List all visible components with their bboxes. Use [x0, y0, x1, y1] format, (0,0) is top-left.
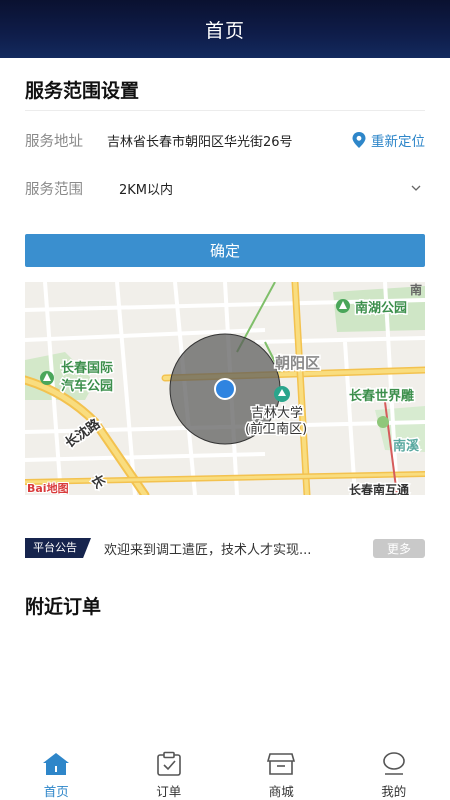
map-label-jilin-univ: 吉林大学 — [251, 405, 303, 421]
address-label: 服务地址 — [25, 133, 83, 150]
home-icon — [42, 751, 70, 777]
map-label-top-right: 南 — [410, 282, 422, 297]
address-value: 吉林省长春市朝阳区华光街26号 — [107, 134, 293, 150]
chevron-down-icon[interactable] — [407, 185, 425, 191]
park-poi-icon — [377, 416, 389, 428]
range-select-value[interactable]: 2KM以内 — [107, 179, 407, 198]
divider — [25, 110, 425, 111]
map-canvas[interactable]: 南湖公园 南 长春国际 汽车公园 朝阳区 吉林大学 (前卫南区) 长春世界雕 南… — [25, 282, 425, 495]
service-range-title: 服务范围设置 — [25, 80, 140, 102]
map-label-chaoyang: 朝阳区 — [275, 354, 320, 372]
park-poi-icon — [336, 299, 350, 313]
more-button[interactable]: 更多 — [373, 538, 425, 558]
tab-home[interactable]: 首页 — [0, 748, 113, 800]
map-label-changchun-nanhu: 长春南互通 — [349, 482, 409, 495]
service-map[interactable]: 南湖公园 南 长春国际 汽车公园 朝阳区 吉林大学 (前卫南区) 长春世界雕 南… — [25, 282, 425, 495]
tab-label: 订单 — [156, 784, 182, 799]
map-label-jilin-univ-2: (前卫南区) — [245, 421, 307, 437]
map-label-left-road: 长 — [88, 472, 109, 492]
tab-label: 我的 — [381, 784, 407, 799]
app-header: 首页 — [0, 0, 450, 58]
service-range-row[interactable]: 服务范围 2KM以内 — [25, 173, 425, 203]
range-label: 服务范围 — [25, 181, 83, 198]
tab-label: 首页 — [43, 784, 69, 799]
location-pin-icon — [352, 132, 366, 148]
service-address-row: 服务地址 吉林省长春市朝阳区华光街26号 重新定位 — [25, 125, 425, 155]
store-icon — [267, 751, 296, 777]
map-label-world-sculpture: 长春世界雕 — [349, 388, 414, 404]
current-location-marker — [214, 378, 236, 400]
map-label-changchun-expo-2: 汽车公园 — [61, 378, 113, 394]
page-title: 首页 — [204, 19, 245, 42]
tab-orders[interactable]: 订单 — [113, 748, 226, 800]
map-label-nanxi: 南溪 — [393, 438, 420, 454]
platform-notice-bar[interactable]: 平台公告 欢迎来到调工遣匠，技术人才实现... 更多 — [25, 536, 425, 560]
baidu-map-logo: Bai地图 — [27, 481, 69, 495]
tab-store[interactable]: 商城 — [225, 748, 338, 800]
park-poi-icon — [40, 371, 54, 385]
order-icon — [156, 751, 182, 777]
map-label-nanhu-park: 南湖公园 — [355, 300, 407, 316]
notice-badge: 平台公告 — [25, 538, 91, 558]
relocate-button[interactable]: 重新定位 — [352, 130, 425, 150]
notice-text[interactable]: 欢迎来到调工遣匠，技术人才实现... — [104, 539, 373, 558]
map-label-changchun-expo: 长春国际 — [61, 360, 113, 376]
tab-profile[interactable]: 我的 — [338, 748, 450, 800]
confirm-button[interactable]: 确定 — [25, 234, 425, 267]
profile-icon — [381, 751, 407, 777]
relocate-label: 重新定位 — [371, 134, 425, 150]
university-poi-icon — [274, 386, 290, 402]
nearby-orders-title: 附近订单 — [25, 596, 102, 618]
bottom-tab-bar: 首页 订单 商城 我的 — [0, 748, 450, 800]
tab-label: 商城 — [268, 784, 294, 799]
